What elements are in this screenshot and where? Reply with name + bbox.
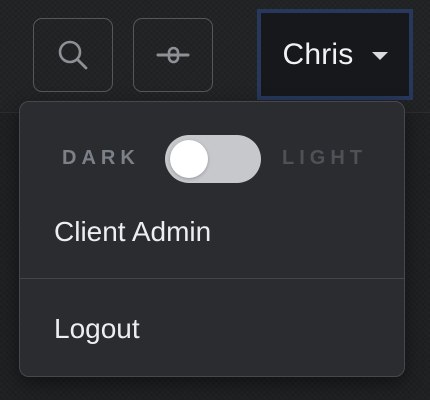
theme-switch[interactable]	[165, 135, 261, 183]
menu-divider	[20, 278, 404, 279]
menu-item-client-admin[interactable]: Client Admin	[20, 202, 404, 262]
caret-down-icon	[371, 51, 388, 60]
menu-item-label: Logout	[54, 313, 140, 344]
menu-item-label: Client Admin	[54, 216, 212, 247]
theme-switch-knob	[170, 140, 208, 178]
search-button[interactable]	[33, 18, 113, 92]
user-dropdown-menu: DARK LIGHT Client Admin Logout	[19, 101, 405, 377]
theme-dark-label: DARK	[62, 147, 140, 169]
toggle-button[interactable]	[133, 18, 213, 92]
theme-light-label: LIGHT	[282, 147, 367, 169]
user-menu-button[interactable]: Chris	[257, 9, 413, 100]
user-name: Chris	[282, 37, 354, 71]
theme-toggle-row: DARK LIGHT	[20, 134, 404, 184]
app-page: Chris DARK LIGHT Client Admin Logout	[0, 0, 430, 400]
menu-item-logout[interactable]: Logout	[20, 299, 404, 359]
top-bar: Chris	[0, 0, 430, 113]
toggle-off-icon	[156, 45, 190, 65]
search-icon	[56, 38, 90, 72]
